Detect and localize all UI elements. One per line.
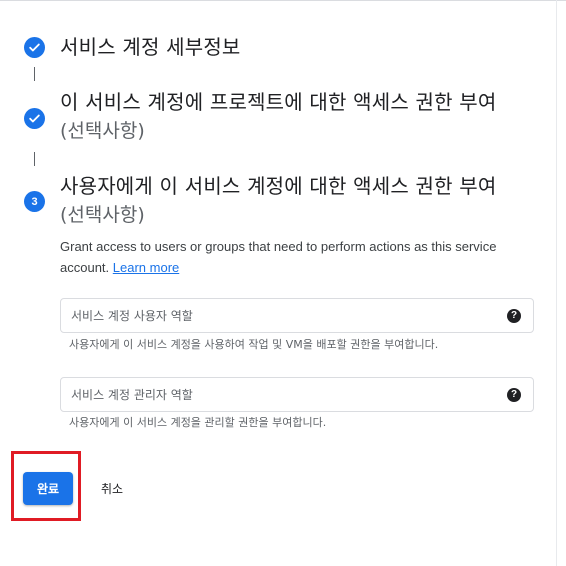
step-connector (34, 152, 35, 166)
step-connector (34, 67, 35, 81)
help-icon[interactable]: ? (507, 388, 521, 402)
step-3-title: 사용자에게 이 서비스 계정에 대한 액세스 권한 부여 (60, 174, 497, 198)
check-icon (29, 114, 40, 123)
step-3-optional-label: (선택사항) (60, 204, 145, 226)
service-account-user-role-field[interactable]: ? (60, 298, 534, 333)
service-account-user-role-input[interactable] (61, 299, 501, 332)
step-number: 3 (31, 195, 38, 208)
service-account-admin-role-field[interactable]: ? (60, 377, 534, 412)
user-role-hint: 사용자에게 이 서비스 계정을 사용하여 작업 및 VM을 배포할 권한을 부여… (69, 338, 439, 351)
help-icon[interactable]: ? (507, 309, 521, 323)
step-3-number-icon: 3 (24, 191, 45, 212)
done-button[interactable]: 완료 (23, 472, 73, 505)
step-2-title[interactable]: 이 서비스 계정에 프로젝트에 대한 액세스 권한 부여 (60, 88, 497, 116)
step-1-title[interactable]: 서비스 계정 세부정보 (60, 33, 241, 61)
step-1-complete-icon (24, 37, 45, 58)
panel-top-border (0, 0, 566, 4)
panel-right-border (556, 0, 557, 566)
learn-more-link[interactable]: Learn more (113, 260, 179, 275)
service-account-admin-role-input[interactable] (61, 378, 501, 411)
check-icon (29, 43, 40, 52)
step-2-optional-label: (선택사항) (60, 120, 145, 142)
admin-role-hint: 사용자에게 이 서비스 계정을 관리할 권한을 부여합니다. (69, 416, 327, 429)
step-3-description: Grant access to users or groups that nee… (60, 236, 520, 278)
step-2-complete-icon (24, 108, 45, 129)
cancel-button[interactable]: 취소 (92, 472, 132, 505)
